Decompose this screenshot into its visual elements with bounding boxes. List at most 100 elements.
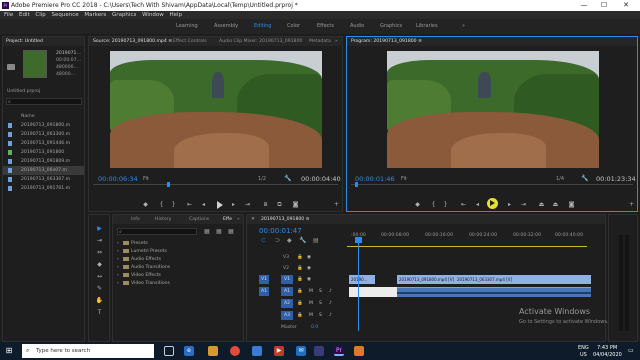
add-marker-icon[interactable]: ◆ bbox=[413, 201, 422, 208]
mic-icon[interactable]: ♪ bbox=[329, 311, 332, 320]
menu-sequence[interactable]: Sequence bbox=[52, 12, 79, 18]
file-explorer-icon[interactable] bbox=[208, 346, 218, 356]
pen-tool-icon[interactable]: ✎ bbox=[95, 285, 104, 292]
go-to-in-icon[interactable]: ⇤ bbox=[459, 201, 468, 208]
yuv-effects-icon[interactable]: ▦ bbox=[228, 228, 234, 235]
store-icon[interactable] bbox=[252, 346, 262, 356]
tab-captions[interactable]: Captions bbox=[189, 215, 209, 224]
minimize-button[interactable]: — bbox=[576, 0, 592, 11]
effects-folder[interactable]: › Video Transitions bbox=[113, 279, 243, 288]
track-select-tool-icon[interactable]: ⇥ bbox=[95, 237, 104, 244]
step-forward-icon[interactable]: ▸ bbox=[229, 201, 238, 208]
menu-markers[interactable]: Markers bbox=[84, 12, 106, 18]
button-editor-icon[interactable]: + bbox=[627, 201, 636, 208]
insert-icon[interactable]: ⧈ bbox=[261, 201, 270, 209]
eye-icon[interactable]: ◉ bbox=[307, 275, 311, 284]
go-to-in-icon[interactable]: ⇤ bbox=[185, 201, 194, 208]
tab-history[interactable]: History bbox=[155, 215, 171, 224]
playhead-handle[interactable] bbox=[355, 237, 362, 243]
workspace-color[interactable]: Color bbox=[287, 19, 300, 34]
selection-tool-icon[interactable]: ▶ bbox=[95, 225, 104, 232]
region-indicator[interactable]: US bbox=[580, 352, 587, 358]
windows-start-icon[interactable]: ⊞ bbox=[4, 346, 14, 356]
workspace-libraries[interactable]: Libraries bbox=[416, 19, 438, 34]
tab-program[interactable]: Program: 20190713_091800 ≡ bbox=[351, 37, 422, 46]
workspace-editing[interactable]: Editing bbox=[254, 19, 271, 34]
overwrite-icon[interactable]: ⧉ bbox=[275, 201, 284, 209]
edge-icon[interactable]: e bbox=[184, 346, 194, 356]
menu-graphics[interactable]: Graphics bbox=[112, 12, 136, 18]
eye-icon[interactable]: ◉ bbox=[307, 264, 311, 273]
hand-tool-icon[interactable]: ✋ bbox=[95, 297, 104, 304]
eye-icon[interactable]: ◉ bbox=[307, 253, 311, 262]
extract-icon[interactable]: ⏏ bbox=[551, 201, 560, 208]
project-item-selected[interactable]: 20190713_06x07.m bbox=[3, 166, 84, 175]
source-playhead[interactable] bbox=[167, 182, 170, 187]
project-item[interactable]: 20190713_063300.m bbox=[3, 130, 84, 139]
maximize-button[interactable]: ☐ bbox=[596, 0, 612, 11]
32bit-effects-icon[interactable]: ▦ bbox=[216, 228, 222, 235]
video-clip[interactable]: 20190713_063307.mp4 [V] bbox=[455, 275, 591, 284]
premiere-taskbar-icon[interactable]: Pr bbox=[334, 346, 344, 356]
mark-in-icon[interactable]: { bbox=[429, 201, 438, 208]
project-item[interactable]: 20190713_091446.m bbox=[3, 139, 84, 148]
lock-icon[interactable]: 🔒 bbox=[297, 287, 303, 296]
source-scrub-bar[interactable] bbox=[93, 184, 338, 185]
chrome-icon[interactable] bbox=[230, 346, 240, 356]
project-search-input[interactable]: ⌕ bbox=[6, 98, 82, 105]
workspace-graphics[interactable]: Graphics bbox=[380, 19, 402, 34]
add-marker-icon[interactable]: ◆ bbox=[141, 201, 150, 208]
video-clip[interactable]: 20190... bbox=[349, 275, 375, 284]
source-scale-select[interactable]: 1/2 bbox=[258, 176, 266, 182]
tab-audio-clip-mixer[interactable]: Audio Clip Mixer: 20190713_091800 bbox=[219, 37, 302, 46]
export-frame-icon[interactable]: ◙ bbox=[291, 201, 300, 208]
tab-effects[interactable]: Effe bbox=[223, 215, 232, 224]
timeline-timecode[interactable]: 00:00:01:47 bbox=[259, 227, 302, 235]
go-to-out-icon[interactable]: ⇥ bbox=[243, 201, 252, 208]
source-video-frame[interactable] bbox=[110, 51, 322, 168]
work-area-bar[interactable] bbox=[347, 246, 587, 247]
source-timecode[interactable]: 00:00:06:34 bbox=[98, 175, 138, 183]
razor-tool-icon[interactable]: ◆ bbox=[95, 261, 104, 268]
close-button[interactable]: ✕ bbox=[618, 0, 634, 11]
captions-icon[interactable]: ▤ bbox=[313, 237, 319, 244]
workspace-effects[interactable]: Effects bbox=[317, 19, 334, 34]
timeline-close-icon[interactable]: ✕ bbox=[251, 215, 255, 224]
type-tool-icon[interactable]: T bbox=[95, 309, 104, 316]
menu-edit[interactable]: Edit bbox=[19, 12, 30, 18]
timeline-playhead[interactable] bbox=[358, 237, 359, 331]
program-scrub-bar[interactable] bbox=[351, 184, 633, 185]
lift-icon[interactable]: ⏏ bbox=[537, 201, 546, 208]
lock-icon[interactable]: 🔒 bbox=[297, 311, 303, 320]
notification-icon[interactable]: ▭ bbox=[628, 347, 634, 354]
effects-search-input[interactable]: ⌕ bbox=[117, 228, 197, 235]
lock-icon[interactable]: 🔒 bbox=[297, 275, 303, 284]
lock-icon[interactable]: 🔒 bbox=[297, 264, 303, 273]
wrench-icon[interactable]: 🔧 bbox=[581, 175, 588, 182]
snap-icon[interactable]: ⊂ bbox=[261, 237, 266, 244]
mark-in-icon[interactable]: { bbox=[157, 201, 166, 208]
mic-icon[interactable]: ♪ bbox=[329, 287, 332, 296]
menu-window[interactable]: Window bbox=[142, 12, 164, 18]
app-icon-orange[interactable] bbox=[354, 346, 364, 356]
program-timecode[interactable]: 00:00:01:46 bbox=[355, 175, 395, 183]
button-editor-icon[interactable]: + bbox=[332, 201, 341, 208]
project-item[interactable]: 20190713_091800 bbox=[3, 148, 84, 157]
lock-icon[interactable]: 🔒 bbox=[297, 253, 303, 262]
mark-out-icon[interactable]: } bbox=[169, 201, 178, 208]
effects-tabs-more[interactable]: » bbox=[237, 215, 240, 224]
mic-icon[interactable]: ♪ bbox=[329, 299, 332, 308]
source-fit-select[interactable]: Fit bbox=[143, 176, 149, 182]
menu-file[interactable]: File bbox=[4, 12, 13, 18]
menu-clip[interactable]: Clip bbox=[35, 12, 45, 18]
audio-clip[interactable] bbox=[397, 287, 591, 297]
tab-sequence[interactable]: 20190713_091800 ≡ bbox=[261, 215, 310, 224]
media-app-icon[interactable]: ▶ bbox=[274, 346, 284, 356]
add-marker-icon[interactable]: ◆ bbox=[287, 237, 292, 244]
program-scale-select[interactable]: 1/4 bbox=[556, 176, 564, 182]
program-play-button-highlight[interactable] bbox=[487, 198, 498, 209]
workspace-audio[interactable]: Audio bbox=[350, 19, 364, 34]
wrench-icon[interactable]: 🔧 bbox=[299, 237, 306, 244]
language-indicator[interactable]: ENG bbox=[578, 345, 589, 351]
project-clip-thumbnail[interactable] bbox=[23, 50, 47, 78]
